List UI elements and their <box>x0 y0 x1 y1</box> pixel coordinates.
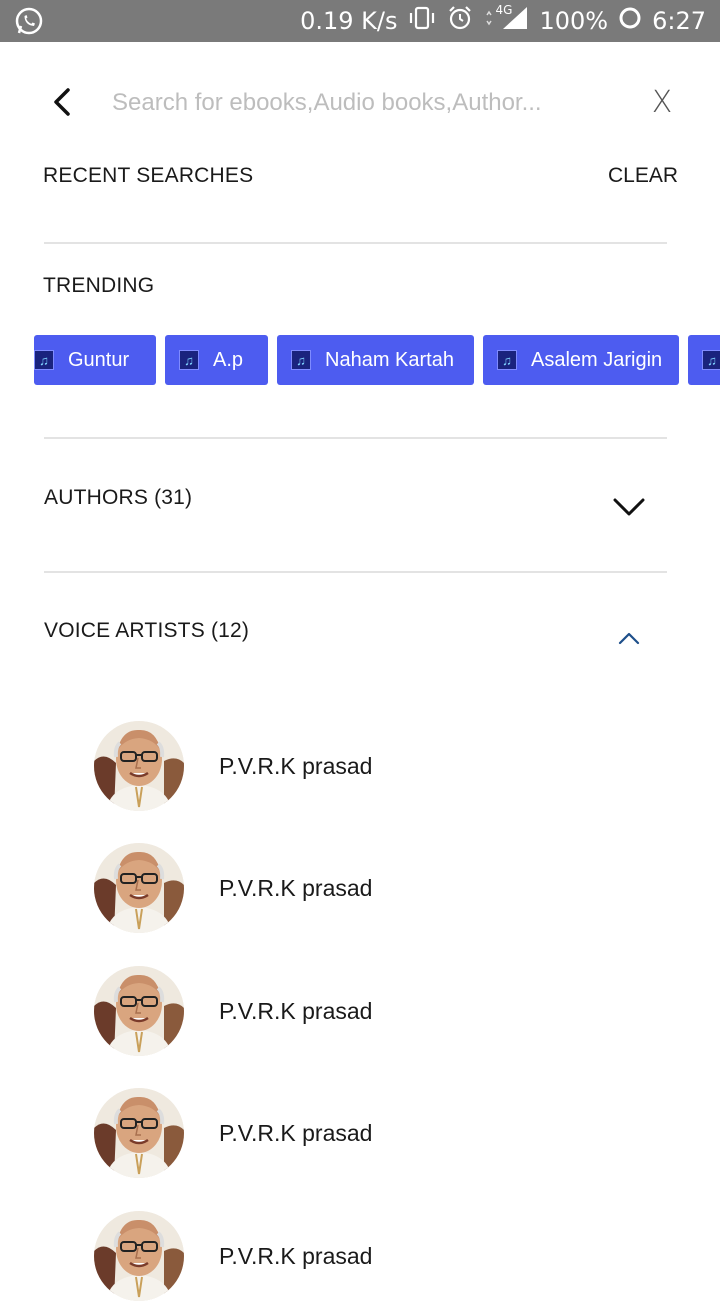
music-note-icon: ♫ <box>34 350 54 370</box>
music-note-icon: ♫ <box>497 350 517 370</box>
status-bar: 0.19 K/s 4G 100% 6:27 <box>0 0 720 42</box>
trending-chips: ♫ Guntur ♫ A.p ♫ Naham Kartah ♫ Asalem J… <box>0 335 720 385</box>
trending-chip[interactable]: ♫ Asalem Jarigin <box>483 335 679 385</box>
signal-icon: 4G <box>483 3 529 37</box>
chevron-down-icon[interactable] <box>612 496 646 518</box>
avatar <box>94 1211 184 1301</box>
artist-name: P.V.R.K prasad <box>219 752 373 779</box>
battery-level: 100% <box>539 7 609 35</box>
clear-button[interactable]: CLEAR <box>608 164 678 188</box>
alarm-icon <box>447 5 473 37</box>
music-note-icon: ♫ <box>702 350 720 370</box>
whatsapp-icon <box>14 6 44 40</box>
avatar <box>94 843 184 933</box>
back-arrow-icon <box>54 88 70 116</box>
vibrate-icon <box>407 6 437 36</box>
music-note-icon: ♫ <box>291 350 311 370</box>
clock: 6:27 <box>652 7 706 35</box>
authors-header[interactable]: AUTHORS (31) <box>44 486 192 510</box>
net-speed: 0.19 K/s <box>300 7 398 35</box>
music-note-icon: ♫ <box>179 350 199 370</box>
chip-label: Guntur <box>68 348 130 371</box>
network-type: 4G <box>495 3 513 17</box>
avatar <box>94 1088 184 1178</box>
close-icon: X <box>651 84 673 120</box>
voice-artist-row[interactable]: P.V.R.K prasad <box>94 966 654 1056</box>
divider <box>44 571 667 573</box>
avatar <box>94 721 184 811</box>
search-input[interactable] <box>110 78 614 128</box>
avatar <box>94 966 184 1056</box>
chevron-up-icon[interactable] <box>617 630 641 646</box>
voice-artist-row[interactable]: P.V.R.K prasad <box>94 1211 654 1301</box>
voice-artist-row[interactable]: P.V.R.K prasad <box>94 1088 654 1178</box>
voice-artists-header[interactable]: VOICE ARTISTS (12) <box>44 619 249 643</box>
voice-artist-row[interactable]: P.V.R.K prasad <box>94 843 654 933</box>
divider <box>44 437 667 439</box>
voice-artist-row[interactable]: P.V.R.K prasad <box>94 721 654 811</box>
back-button[interactable] <box>40 80 84 124</box>
artist-name: P.V.R.K prasad <box>219 997 373 1024</box>
artist-name: P.V.R.K prasad <box>219 1119 373 1146</box>
battery-icon <box>618 6 642 36</box>
trending-chip[interactable]: ♫ Naham Kartah <box>277 335 474 385</box>
divider <box>44 242 667 244</box>
trending-title: TRENDING <box>43 274 155 297</box>
artist-name: P.V.R.K prasad <box>219 874 373 901</box>
trending-chip[interactable]: ♫ A.p <box>165 335 268 385</box>
artist-name: P.V.R.K prasad <box>219 1242 373 1269</box>
chip-label: Asalem Jarigin <box>531 348 663 371</box>
trending-chip[interactable]: ♫ <box>688 335 720 385</box>
trending-chip[interactable]: ♫ Guntur <box>34 335 156 385</box>
recent-searches-title: RECENT SEARCHES <box>43 164 254 187</box>
chip-label: A.p <box>213 348 244 371</box>
chip-label: Naham Kartah <box>325 348 454 371</box>
close-button[interactable]: X <box>640 80 684 124</box>
